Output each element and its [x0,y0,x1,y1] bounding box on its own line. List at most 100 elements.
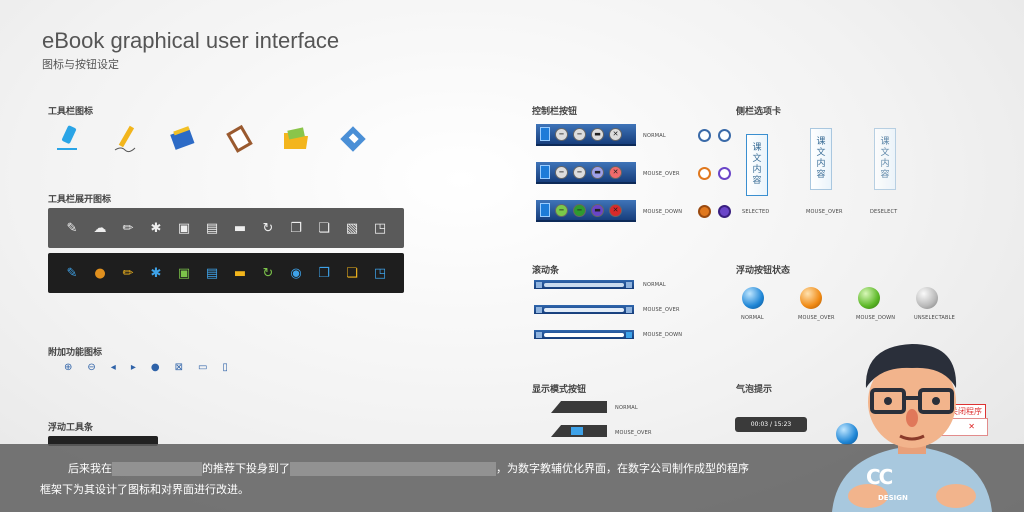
home-icon[interactable] [698,205,711,218]
display-mode-normal[interactable] [551,401,607,413]
zoom-out-icon[interactable]: ⊖ [87,362,95,373]
refresh-icon[interactable]: ↻ [259,221,277,236]
section-float-button-states: 浮动按钮状态 [736,266,791,276]
next-page-icon[interactable]: ▸ [131,362,136,373]
save-icon[interactable]: ▤ [203,221,221,236]
minimize-icon[interactable]: ▬ [591,127,604,141]
minimize-icon[interactable]: ▬ [591,165,604,179]
minus-icon[interactable]: − [555,165,568,179]
state-label-tab-over: MOUSE_OVER [806,209,843,215]
minus-icon[interactable]: − [573,203,586,217]
puzzle-icon[interactable]: ✱ [147,266,165,281]
control-bar-mouse-down: − − ▬ ✕ [536,200,636,222]
redacted-block [290,462,496,476]
document-copy-icon[interactable]: ❏ [343,266,361,281]
pen-icon[interactable]: ✎ [63,221,81,236]
float-button-mouse-over[interactable] [800,287,822,309]
pencil-icon[interactable] [109,122,141,154]
document-copy-icon[interactable]: ❏ [315,221,333,236]
book-icon[interactable] [166,122,198,154]
state-label-scroll-normal: NORMAL [643,282,666,288]
refresh-icon[interactable]: ↻ [259,266,277,281]
section-display-mode: 显示模式按钮 [532,385,587,395]
state-label-display-normal: NORMAL [615,405,638,411]
ring-buttons-normal [698,129,731,142]
minus-icon[interactable]: − [555,203,568,217]
fit-screen-icon[interactable]: ⊠ [175,362,183,373]
home-icon[interactable] [698,167,711,180]
section-float-toolbar: 浮动工具条 [48,423,94,433]
highlighter-icon[interactable] [52,122,84,154]
window-icon[interactable]: ◳ [371,221,389,236]
folder-icon[interactable]: ▬ [231,221,249,236]
state-label-scroll-over: MOUSE_OVER [643,307,680,313]
minimize-icon[interactable]: ▬ [591,203,604,217]
minus-icon[interactable]: − [573,127,586,141]
badge-logo: CC [866,465,893,489]
pencil-icon[interactable]: ✏ [119,266,137,281]
note-icon[interactable]: ▧ [343,221,361,236]
two-page-icon[interactable]: ▭ [198,362,207,373]
tab-selected[interactable]: 课文内容 [746,134,768,196]
float-button-unselectable [916,287,938,309]
document-icon[interactable]: ❐ [287,221,305,236]
tab-deselect[interactable]: 课文内容 [874,128,896,190]
control-bar-normal: − − ▬ ✕ [536,124,636,146]
close-icon[interactable]: ✕ [609,203,622,217]
dropdown-icon[interactable]: ● [151,362,160,373]
globe-icon[interactable]: ● [91,266,109,281]
section-control-buttons: 控制栏按钮 [532,107,578,117]
minus-icon[interactable]: − [573,165,586,179]
state-label-ball-down: MOUSE_DOWN [856,315,896,321]
section-extra-icons: 附加功能图标 [48,348,103,358]
image-icon[interactable]: ▣ [175,266,193,281]
toolbar-expanded-dark: ✎ ● ✏ ✱ ▣ ▤ ▬ ↻ ◉ ❐ ❏ ◳ [48,253,404,293]
section-toolbar-expand: 工具栏展开图标 [48,195,112,205]
save-icon[interactable]: ▤ [203,266,221,281]
float-button-mouse-down[interactable] [858,287,880,309]
display-mode-mouse-over[interactable] [551,425,607,437]
puzzle-icon[interactable]: ✱ [147,221,165,236]
state-label-display-over: MOUSE_OVER [615,430,652,436]
avatar [828,336,996,512]
redacted-block [112,462,202,476]
clipboard-icon[interactable] [223,122,255,154]
state-label-ball-normal: NORMAL [741,315,764,321]
single-page-icon[interactable]: ▯ [222,362,228,373]
pencil-icon[interactable]: ✏ [119,221,137,236]
globe-blue-icon[interactable]: ◉ [287,266,305,281]
state-label-scroll-down: MOUSE_DOWN [643,332,683,338]
scrollbar-normal[interactable] [534,280,634,289]
scrollbar-mouse-down[interactable] [534,330,634,339]
window-icon[interactable] [718,205,731,218]
close-icon[interactable]: ✕ [609,127,622,141]
save-disk-icon[interactable] [337,122,369,154]
window-icon[interactable] [718,167,731,180]
section-bubble: 气泡提示 [736,385,773,395]
folder-icon[interactable] [280,122,312,154]
document-icon[interactable]: ❐ [315,266,333,281]
window-icon[interactable]: ◳ [371,266,389,281]
tab-mouse-over[interactable]: 课文内容 [810,128,832,190]
scrollbar-mouse-over[interactable] [534,305,634,314]
image-icon[interactable]: ▣ [175,221,193,236]
eraser-icon[interactable]: ☁ [91,221,109,236]
control-bar-mouse-over: − − ▬ ✕ [536,162,636,184]
home-icon[interactable] [698,129,711,142]
ring-buttons-down [698,205,731,218]
state-label-ball-over: MOUSE_OVER [798,315,835,321]
ring-buttons-over [698,167,731,180]
folder-icon[interactable]: ▬ [231,266,249,281]
prev-page-icon[interactable]: ◂ [111,362,116,373]
section-sidebar-tabs: 侧栏选项卡 [736,107,782,117]
state-label-mouse-over: MOUSE_OVER [643,171,680,177]
state-label-ball-unselectable: UNSELECTABLE [914,315,956,321]
close-icon[interactable]: ✕ [609,165,622,179]
float-button-normal[interactable] [742,287,764,309]
zoom-in-icon[interactable]: ⊕ [64,362,72,373]
state-label-selected: SELECTED [742,209,770,215]
minus-icon[interactable]: − [555,127,568,141]
window-icon[interactable] [718,129,731,142]
badge-text: DESIGN [878,494,908,502]
pen-icon[interactable]: ✎ [63,266,81,281]
